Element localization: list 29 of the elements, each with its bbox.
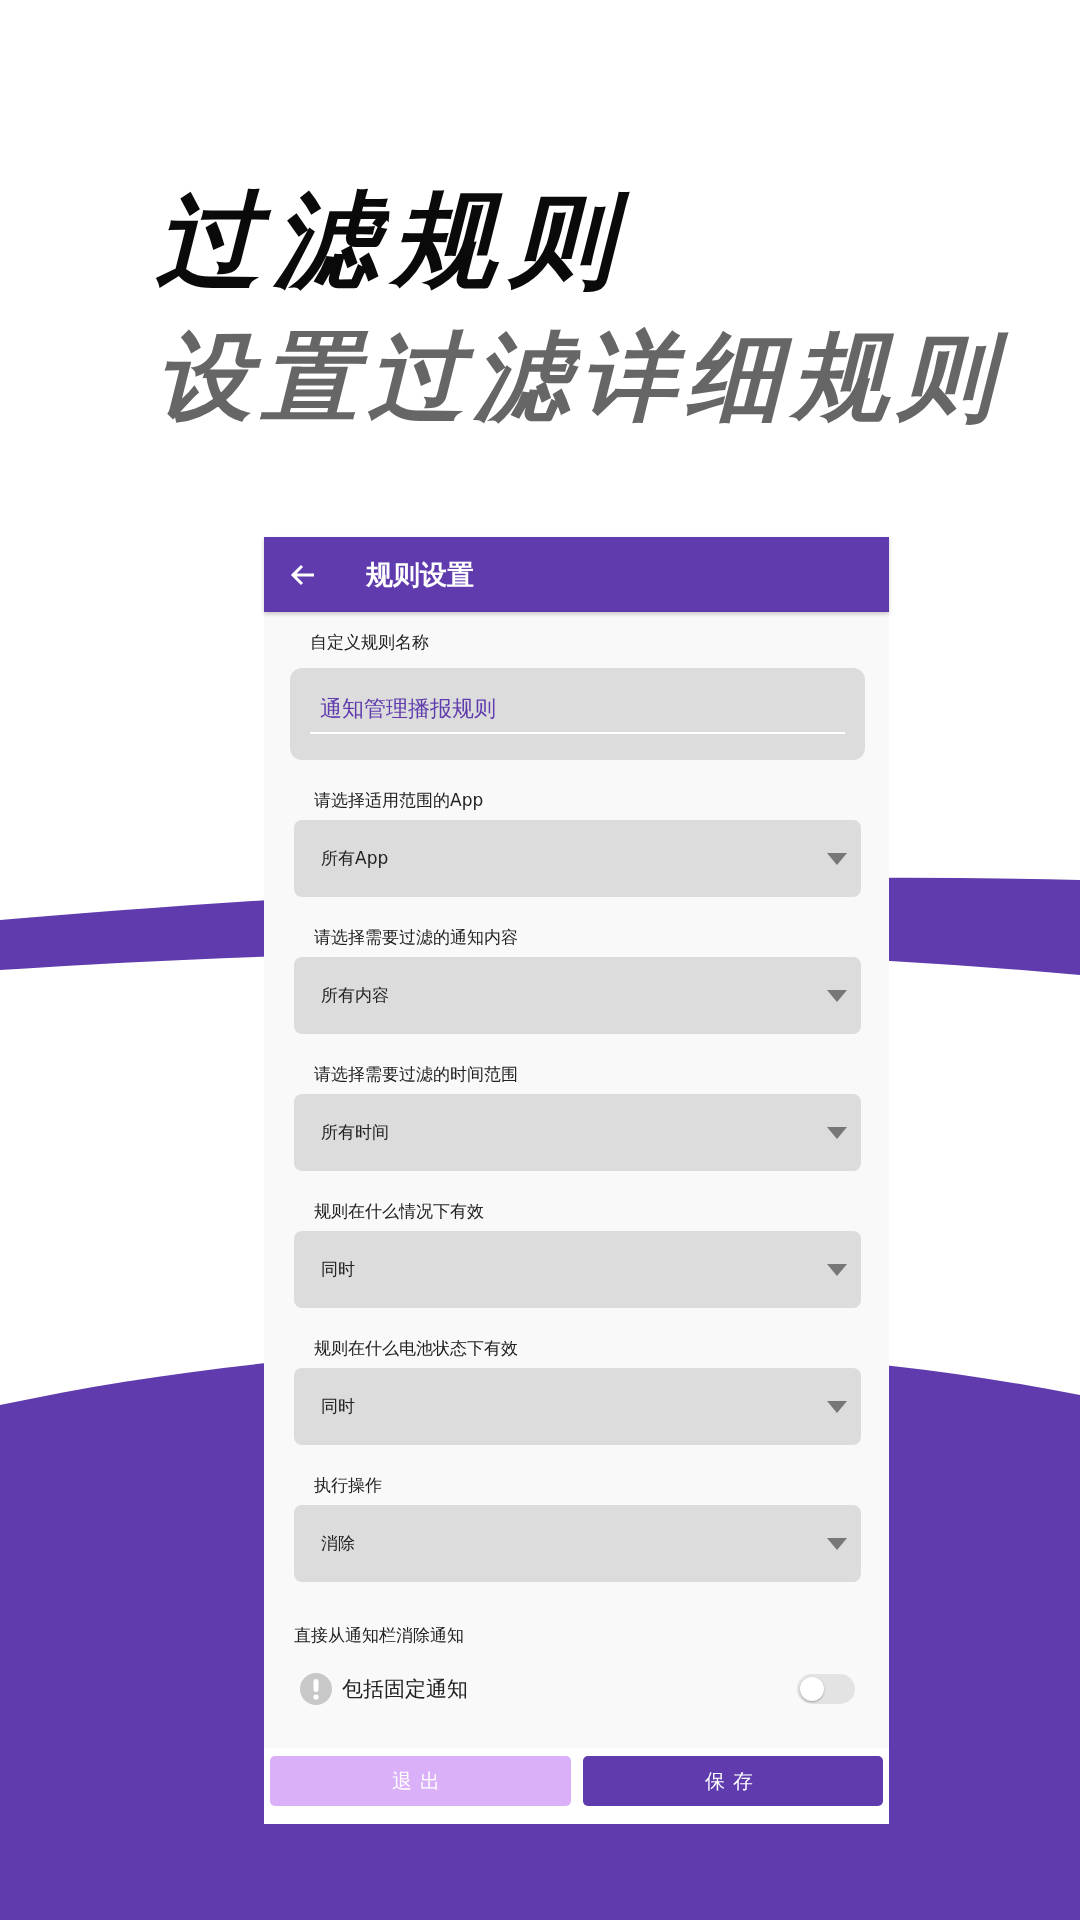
dropdown[interactable]: 所有内容 (294, 957, 861, 1034)
field-label: 执行操作 (313, 1474, 383, 1497)
name-field[interactable]: 通知管理播报规则 (290, 668, 865, 760)
field-label: 规则在什么情况下有效 (313, 1200, 485, 1223)
dropdown-arrow-icon (827, 989, 847, 1002)
field-label: 请选择需要过滤的通知内容 (313, 926, 519, 949)
save-button[interactable]: 保存 (582, 1756, 883, 1806)
dropdown-arrow-icon (827, 1126, 847, 1139)
dropdown[interactable]: 所有App (294, 820, 861, 897)
headline-title: 过滤规则 (156, 185, 631, 295)
screen-title: 规则设置 (366, 557, 474, 592)
toggle-switch[interactable] (797, 1674, 855, 1704)
dropdown[interactable]: 同时 (294, 1231, 861, 1308)
dropdown-arrow-icon (827, 1537, 847, 1550)
dropdown[interactable]: 消除 (294, 1505, 861, 1582)
field-label: 请选择需要过滤的时间范围 (313, 1063, 519, 1086)
field-label: 自定义规则名称 (309, 631, 430, 654)
field-label: 规则在什么电池状态下有效 (313, 1337, 519, 1360)
back-icon[interactable] (290, 562, 316, 587)
dropdown-arrow-icon (827, 1400, 847, 1413)
section-title: 直接从通知栏消除通知 (293, 1624, 465, 1647)
headline-subtitle: 设置过滤详细规则 (156, 325, 1080, 429)
dropdown[interactable]: 同时 (294, 1368, 861, 1445)
switch-label: 包括固定通知 (342, 1676, 469, 1703)
dropdown[interactable]: 所有时间 (294, 1094, 861, 1171)
dropdown-arrow-icon (827, 1263, 847, 1276)
alert-icon (300, 1673, 332, 1705)
field-label: 请选择适用范围的App (313, 789, 485, 812)
dropdown-arrow-icon (827, 852, 847, 865)
